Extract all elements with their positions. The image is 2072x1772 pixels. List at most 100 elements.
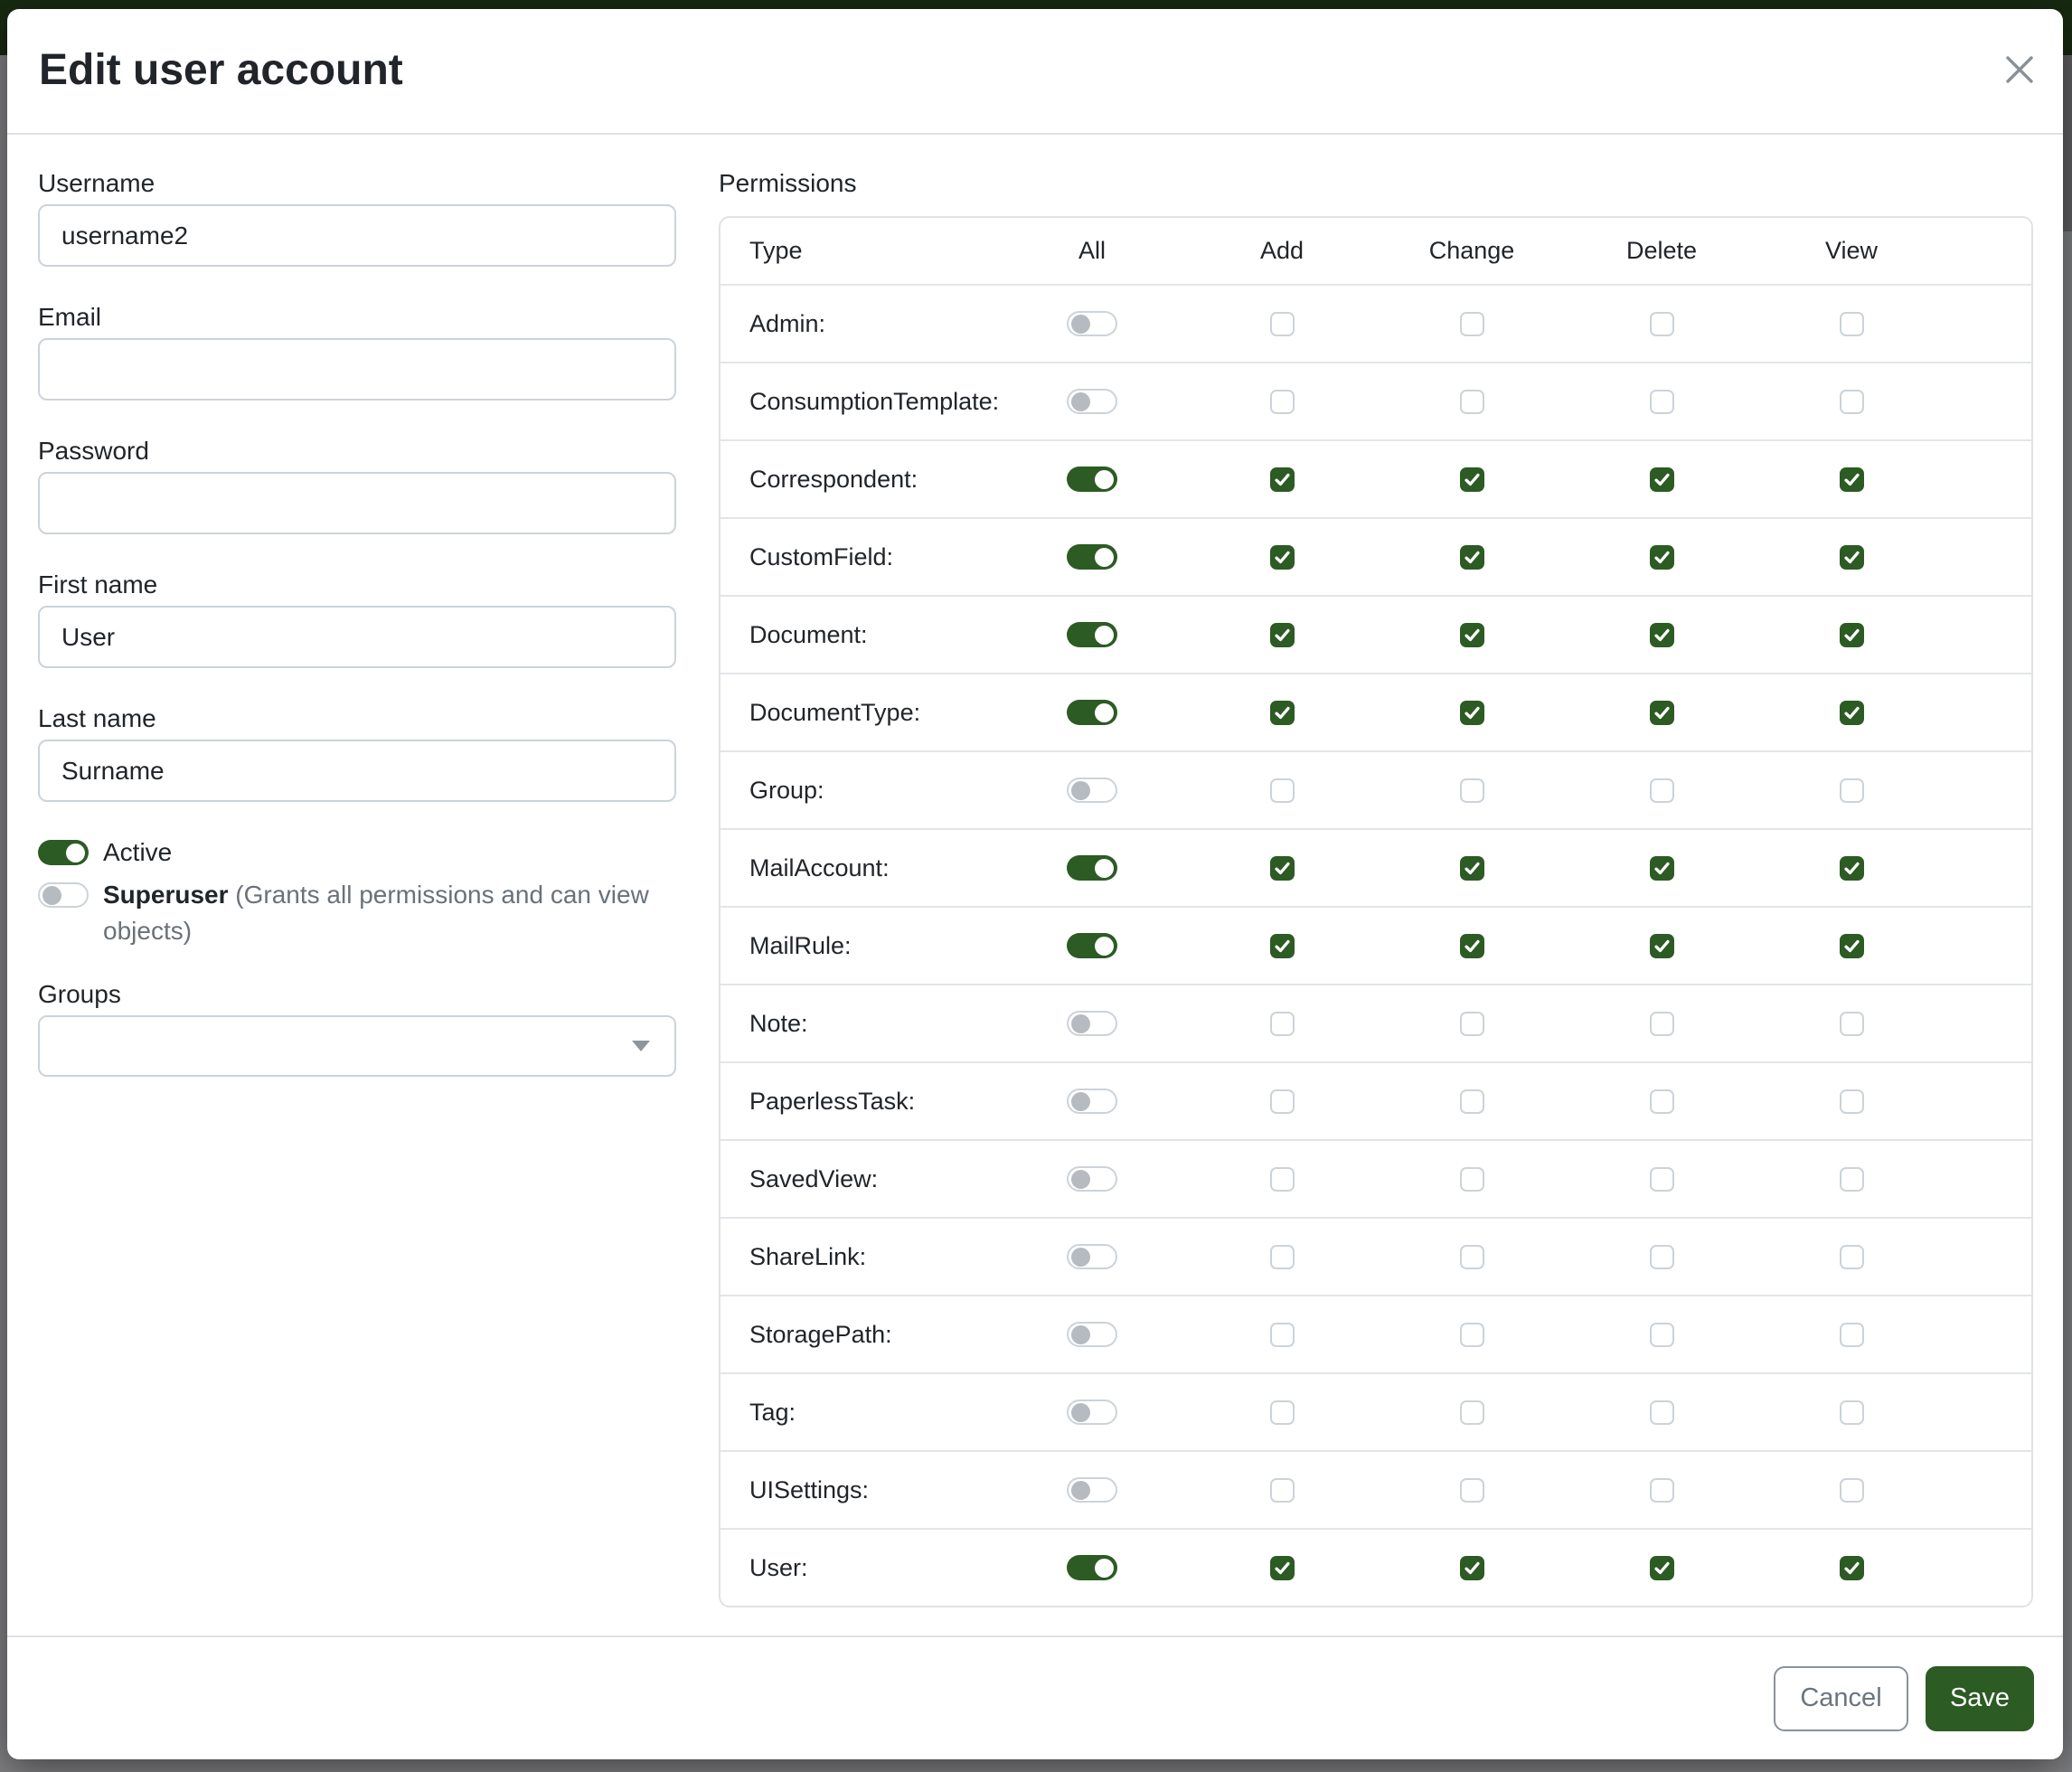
permission-all-toggle[interactable] — [1067, 1244, 1117, 1269]
permission-all-toggle[interactable] — [1067, 389, 1117, 414]
permission-delete-checkbox[interactable] — [1650, 856, 1674, 881]
close-button[interactable] — [2002, 52, 2037, 87]
permission-change-checkbox[interactable] — [1460, 467, 1484, 492]
permission-delete-checkbox[interactable] — [1650, 390, 1674, 414]
permission-add-checkbox[interactable] — [1270, 1400, 1295, 1425]
page-scrollbar[interactable] — [2063, 55, 2072, 1772]
last-name-input[interactable] — [38, 740, 676, 802]
permission-delete-checkbox[interactable] — [1650, 778, 1674, 803]
groups-select[interactable] — [38, 1015, 676, 1077]
permission-delete-checkbox[interactable] — [1650, 467, 1674, 492]
permission-change-checkbox[interactable] — [1460, 312, 1484, 336]
permission-change-checkbox[interactable] — [1460, 1167, 1484, 1192]
permission-all-toggle[interactable] — [1067, 1477, 1117, 1503]
permission-change-checkbox[interactable] — [1460, 1245, 1484, 1269]
permission-view-checkbox[interactable] — [1840, 1167, 1864, 1192]
cancel-button[interactable]: Cancel — [1774, 1666, 1908, 1731]
permission-all-toggle[interactable] — [1067, 1011, 1117, 1036]
permission-view-checkbox[interactable] — [1840, 390, 1864, 414]
permission-add-checkbox[interactable] — [1270, 856, 1295, 881]
permission-change-checkbox[interactable] — [1460, 778, 1484, 803]
permission-view-checkbox[interactable] — [1840, 312, 1864, 336]
permission-delete-checkbox[interactable] — [1650, 312, 1674, 336]
permission-view-checkbox[interactable] — [1840, 545, 1864, 570]
permission-view-checkbox[interactable] — [1840, 1012, 1864, 1036]
permission-add-checkbox[interactable] — [1270, 467, 1295, 492]
permission-change-checkbox[interactable] — [1460, 1089, 1484, 1114]
permission-all-toggle[interactable] — [1067, 467, 1117, 492]
permission-all-toggle[interactable] — [1067, 1400, 1117, 1425]
permission-change-checkbox[interactable] — [1460, 856, 1484, 881]
permission-all-toggle[interactable] — [1067, 1322, 1117, 1347]
permission-change-checkbox[interactable] — [1460, 1012, 1484, 1036]
permission-add-checkbox[interactable] — [1270, 545, 1295, 570]
permission-view-checkbox[interactable] — [1840, 1089, 1864, 1114]
permission-change-checkbox[interactable] — [1460, 545, 1484, 570]
permission-delete-checkbox[interactable] — [1650, 934, 1674, 958]
permission-add-checkbox[interactable] — [1270, 1245, 1295, 1269]
first-name-input[interactable] — [38, 606, 676, 668]
email-input[interactable] — [38, 338, 676, 401]
permission-all-toggle[interactable] — [1067, 778, 1117, 803]
username-input[interactable] — [38, 204, 676, 267]
permission-all-toggle[interactable] — [1067, 855, 1117, 881]
permission-change-checkbox[interactable] — [1460, 1556, 1484, 1580]
permission-view-checkbox[interactable] — [1840, 1478, 1864, 1503]
permission-view-checkbox[interactable] — [1840, 701, 1864, 725]
permission-all-toggle[interactable] — [1067, 933, 1117, 958]
permission-add-checkbox[interactable] — [1270, 1012, 1295, 1036]
permission-all-toggle[interactable] — [1067, 622, 1117, 647]
permission-all-toggle[interactable] — [1067, 700, 1117, 725]
superuser-toggle[interactable] — [38, 882, 89, 908]
check-icon — [1653, 549, 1671, 566]
permission-delete-checkbox[interactable] — [1650, 623, 1674, 647]
permission-add-checkbox[interactable] — [1270, 623, 1295, 647]
active-toggle[interactable] — [38, 840, 89, 865]
permission-view-checkbox[interactable] — [1840, 1400, 1864, 1425]
permission-add-checkbox[interactable] — [1270, 1089, 1295, 1114]
permission-delete-checkbox[interactable] — [1650, 1167, 1674, 1192]
permission-all-toggle[interactable] — [1067, 1089, 1117, 1114]
permission-change-checkbox[interactable] — [1460, 390, 1484, 414]
permission-all-toggle[interactable] — [1067, 1166, 1117, 1192]
permission-delete-checkbox[interactable] — [1650, 545, 1674, 570]
permission-add-checkbox[interactable] — [1270, 390, 1295, 414]
permission-view-checkbox[interactable] — [1840, 1556, 1864, 1580]
permission-change-checkbox[interactable] — [1460, 623, 1484, 647]
permission-view-checkbox[interactable] — [1840, 1245, 1864, 1269]
permission-view-checkbox[interactable] — [1840, 856, 1864, 881]
permission-view-checkbox[interactable] — [1840, 623, 1864, 647]
permission-add-checkbox[interactable] — [1270, 312, 1295, 336]
permission-add-checkbox[interactable] — [1270, 934, 1295, 958]
permission-all-toggle[interactable] — [1067, 1555, 1117, 1580]
permission-view-checkbox[interactable] — [1840, 467, 1864, 492]
permission-change-checkbox[interactable] — [1460, 1478, 1484, 1503]
permission-add-checkbox[interactable] — [1270, 778, 1295, 803]
permission-delete-checkbox[interactable] — [1650, 1245, 1674, 1269]
page-scrollbar-thumb[interactable] — [2063, 55, 2072, 231]
permission-add-checkbox[interactable] — [1270, 1323, 1295, 1347]
permission-delete-checkbox[interactable] — [1650, 1556, 1674, 1580]
permission-change-checkbox[interactable] — [1460, 701, 1484, 725]
permission-delete-checkbox[interactable] — [1650, 701, 1674, 725]
permission-delete-checkbox[interactable] — [1650, 1323, 1674, 1347]
permission-all-toggle[interactable] — [1067, 311, 1117, 336]
permission-all-toggle[interactable] — [1067, 544, 1117, 570]
save-button[interactable]: Save — [1926, 1666, 2034, 1731]
permission-delete-checkbox[interactable] — [1650, 1478, 1674, 1503]
permission-add-checkbox[interactable] — [1270, 1167, 1295, 1192]
password-input[interactable] — [38, 472, 676, 534]
permission-change-checkbox[interactable] — [1460, 1323, 1484, 1347]
permission-add-checkbox[interactable] — [1270, 1556, 1295, 1580]
permission-change-checkbox[interactable] — [1460, 934, 1484, 958]
permission-add-checkbox[interactable] — [1270, 1478, 1295, 1503]
permission-delete-checkbox[interactable] — [1650, 1400, 1674, 1425]
permission-view-checkbox[interactable] — [1840, 934, 1864, 958]
permission-delete-checkbox[interactable] — [1650, 1089, 1674, 1114]
permission-change-checkbox[interactable] — [1460, 1400, 1484, 1425]
permission-type-label: User: — [720, 1554, 997, 1582]
permission-view-checkbox[interactable] — [1840, 1323, 1864, 1347]
permission-view-checkbox[interactable] — [1840, 778, 1864, 803]
permission-delete-checkbox[interactable] — [1650, 1012, 1674, 1036]
permission-add-checkbox[interactable] — [1270, 701, 1295, 725]
